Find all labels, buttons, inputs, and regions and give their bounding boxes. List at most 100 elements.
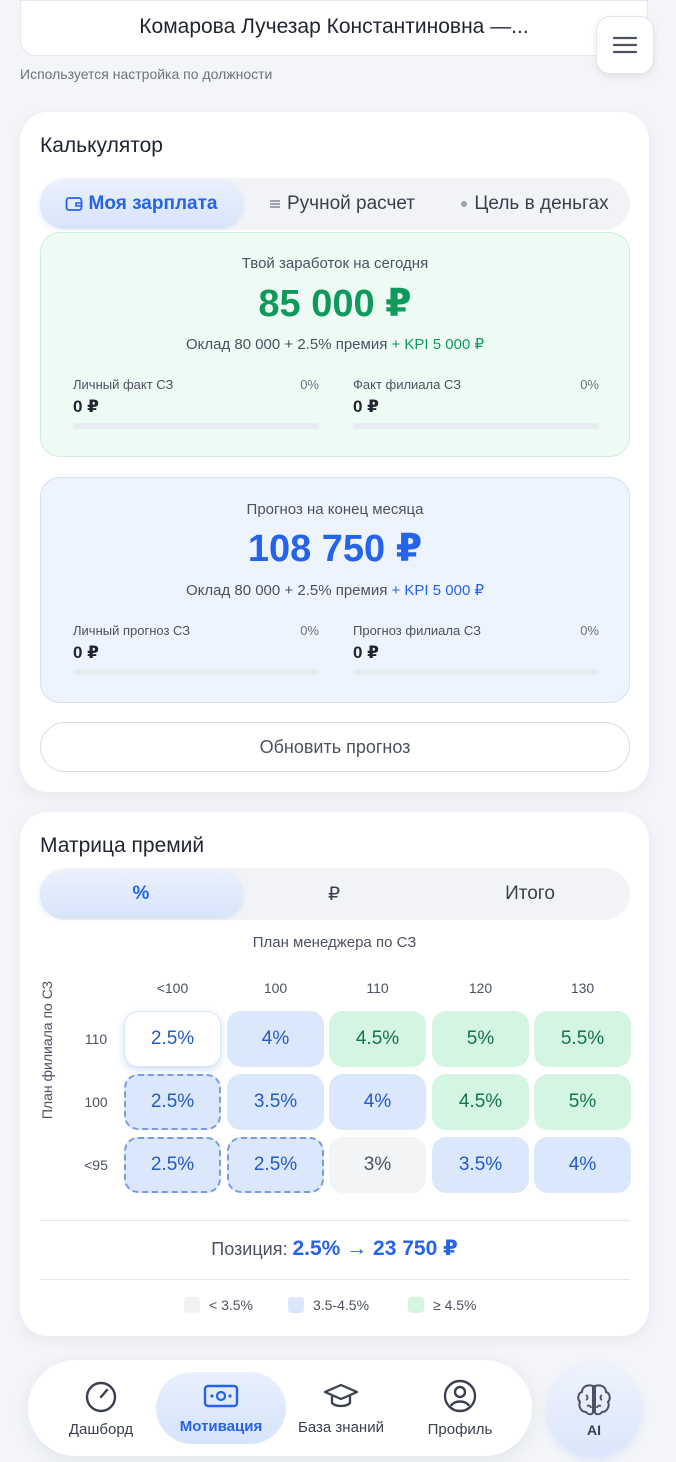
calculator-tabs: Моя зарплата Ручной расчет Цель в деньга… bbox=[40, 178, 630, 230]
tab-label: Моя зарплата bbox=[88, 193, 218, 214]
tab-label: Ручной расчет bbox=[287, 193, 415, 214]
metric-label: Факт филиала СЗ bbox=[353, 377, 462, 392]
employee-name: Комарова Лучезар Константиновна —... bbox=[139, 15, 529, 38]
matrix-column-header: 110 bbox=[366, 980, 389, 996]
brain-icon bbox=[577, 1384, 611, 1416]
metric-progress-bar bbox=[73, 423, 319, 429]
settings-note: Используется настройка по должности bbox=[20, 66, 273, 82]
tab-money-goal[interactable]: Цель в деньгах bbox=[440, 182, 630, 226]
bonus-matrix-card: Матрица премий % ₽ Итого План менеджера … bbox=[20, 812, 649, 1336]
nav-item-dashboard[interactable]: Дашборд bbox=[48, 1372, 154, 1444]
matrix-divider-bottom bbox=[40, 1279, 630, 1280]
metric-value: 0 ₽ bbox=[73, 397, 100, 416]
matrix-cell[interactable]: 4.5% bbox=[432, 1074, 529, 1130]
matrix-cell[interactable]: 2.5% bbox=[227, 1137, 324, 1193]
personal-forecast-metric: Личный прогноз СЗ 0% 0 ₽ bbox=[73, 623, 319, 683]
metric-value: 0 ₽ bbox=[353, 643, 380, 662]
matrix-cell[interactable]: 2.5% bbox=[124, 1074, 221, 1130]
matrix-column-header: 130 bbox=[570, 980, 595, 996]
hamburger-icon bbox=[612, 36, 638, 54]
today-earnings-panel: Твой заработок на сегодня 85 000 ₽ Оклад… bbox=[40, 232, 630, 457]
matrix-cell[interactable]: 4.5% bbox=[329, 1011, 426, 1067]
legend-label-mid: 3.5-4.5% bbox=[313, 1297, 370, 1313]
nav-item-knowledge-base[interactable]: База знаний bbox=[290, 1372, 392, 1444]
metric-value: 0 ₽ bbox=[353, 397, 380, 416]
forecast-formula: Оклад 80 000 + 2.5% премия + KPI 5 000 ₽ bbox=[41, 581, 629, 599]
metric-percent: 0% bbox=[300, 377, 319, 392]
metric-label: Личный факт СЗ bbox=[73, 377, 174, 392]
matrix-row-header: 110 bbox=[84, 1031, 108, 1047]
today-kpi: + KPI 5 000 ₽ bbox=[391, 336, 485, 353]
today-caption: Твой заработок на сегодня bbox=[241, 255, 429, 272]
today-amount: 85 000 ₽ bbox=[258, 283, 412, 325]
menu-button[interactable] bbox=[596, 16, 654, 74]
matrix-row-header: <95 bbox=[84, 1157, 108, 1173]
ai-assistant-button[interactable]: AI bbox=[548, 1364, 640, 1456]
position-label: Позиция: bbox=[211, 1239, 288, 1259]
today-formula-text: Оклад 80 000 + 2.5% премия bbox=[185, 336, 388, 353]
matrix-column-header: 100 bbox=[263, 980, 288, 996]
forecast-caption: Прогноз на конец месяца bbox=[246, 501, 424, 518]
metric-percent: 0% bbox=[300, 623, 319, 638]
matrix-cell[interactable]: 5% bbox=[534, 1074, 631, 1130]
matrix-cell[interactable]: 3.5% bbox=[227, 1074, 324, 1130]
wallet-icon bbox=[65, 197, 82, 211]
gauge-icon bbox=[85, 1381, 117, 1412]
metric-progress-bar bbox=[353, 669, 599, 675]
matrix-cell[interactable]: 5% bbox=[432, 1011, 529, 1067]
personal-fact-metric: Личный факт СЗ 0% 0 ₽ bbox=[73, 377, 319, 437]
forecast-panel: Прогноз на конец месяца 108 750 ₽ Оклад … bbox=[40, 477, 630, 703]
metric-percent: 0% bbox=[580, 377, 599, 392]
position-value: 2.5% → 23 750 ₽ bbox=[292, 1237, 458, 1260]
tab-label: Цель в деньгах bbox=[474, 193, 609, 214]
forecast-amount: 108 750 ₽ bbox=[247, 528, 423, 570]
nav-label: Мотивация bbox=[179, 1417, 263, 1435]
matrix-cell[interactable]: 4% bbox=[534, 1137, 631, 1193]
nav-item-profile[interactable]: Профиль bbox=[410, 1372, 510, 1444]
matrix-cell[interactable]: 5.5% bbox=[534, 1011, 631, 1067]
matrix-column-header: 120 bbox=[468, 980, 493, 996]
matrix-divider-top bbox=[40, 1220, 630, 1221]
nav-label: Дашборд bbox=[68, 1420, 134, 1438]
tab-my-salary[interactable]: Моя зарплата bbox=[40, 182, 242, 226]
bottom-nav: Дашборд Мотивация База знаний Профиль bbox=[28, 1360, 532, 1456]
legend-swatch-high bbox=[408, 1297, 424, 1313]
matrix-column-header: <100 bbox=[156, 980, 189, 996]
matrix-cell[interactable]: 2.5% bbox=[124, 1011, 221, 1067]
update-forecast-button[interactable]: Обновить прогноз bbox=[40, 722, 630, 772]
forecast-formula-text: Оклад 80 000 + 2.5% премия bbox=[185, 582, 388, 599]
tab-manual-calc[interactable]: Ручной расчет bbox=[252, 182, 432, 226]
legend-swatch-mid bbox=[288, 1297, 304, 1313]
branch-fact-metric: Факт филиала СЗ 0% 0 ₽ bbox=[353, 377, 599, 437]
metric-percent: 0% bbox=[580, 623, 599, 638]
matrix-cell[interactable]: 2.5% bbox=[124, 1137, 221, 1193]
matrix-cell[interactable]: 3.5% bbox=[432, 1137, 529, 1193]
matrix-cell[interactable]: 4% bbox=[227, 1011, 324, 1067]
legend-label-high: ≥ 4.5% bbox=[433, 1297, 477, 1313]
branch-forecast-metric: Прогноз филиала СЗ 0% 0 ₽ bbox=[353, 623, 599, 683]
profile-icon bbox=[443, 1379, 477, 1412]
money-icon bbox=[203, 1384, 239, 1407]
metric-value: 0 ₽ bbox=[73, 643, 100, 662]
legend-label-low: < 3.5% bbox=[209, 1297, 253, 1313]
dot-icon bbox=[461, 201, 468, 207]
calculator-card: Калькулятор Моя зарплата Ручной расчет Ц… bbox=[20, 112, 649, 792]
metric-progress-bar bbox=[73, 669, 319, 675]
metric-label: Прогноз филиала СЗ bbox=[353, 623, 481, 638]
employee-select[interactable]: Комарова Лучезар Константиновна —... bbox=[20, 0, 648, 56]
position-summary: Позиция: 2.5% → 23 750 ₽ bbox=[20, 1236, 649, 1261]
nav-item-motivation[interactable]: Мотивация bbox=[156, 1372, 286, 1444]
graduation-cap-icon bbox=[323, 1383, 359, 1407]
matrix-cell[interactable]: 3% bbox=[329, 1137, 426, 1193]
today-formula: Оклад 80 000 + 2.5% премия + KPI 5 000 ₽ bbox=[41, 335, 629, 353]
metric-progress-bar bbox=[353, 423, 599, 429]
matrix-row-header: 100 bbox=[84, 1094, 108, 1110]
sliders-icon bbox=[270, 200, 280, 208]
matrix-cell[interactable]: 4% bbox=[329, 1074, 426, 1130]
ai-label: AI bbox=[587, 1422, 601, 1438]
forecast-kpi: + KPI 5 000 ₽ bbox=[391, 582, 485, 599]
calculator-title: Калькулятор bbox=[40, 134, 163, 157]
legend-swatch-low bbox=[184, 1297, 200, 1313]
bonus-matrix-grid: <100 100 110 120 130 110 2.5% 4% 4.5% 5% 5.5% 100 2.… bbox=[20, 812, 649, 1212]
nav-label: Профиль bbox=[427, 1420, 493, 1438]
